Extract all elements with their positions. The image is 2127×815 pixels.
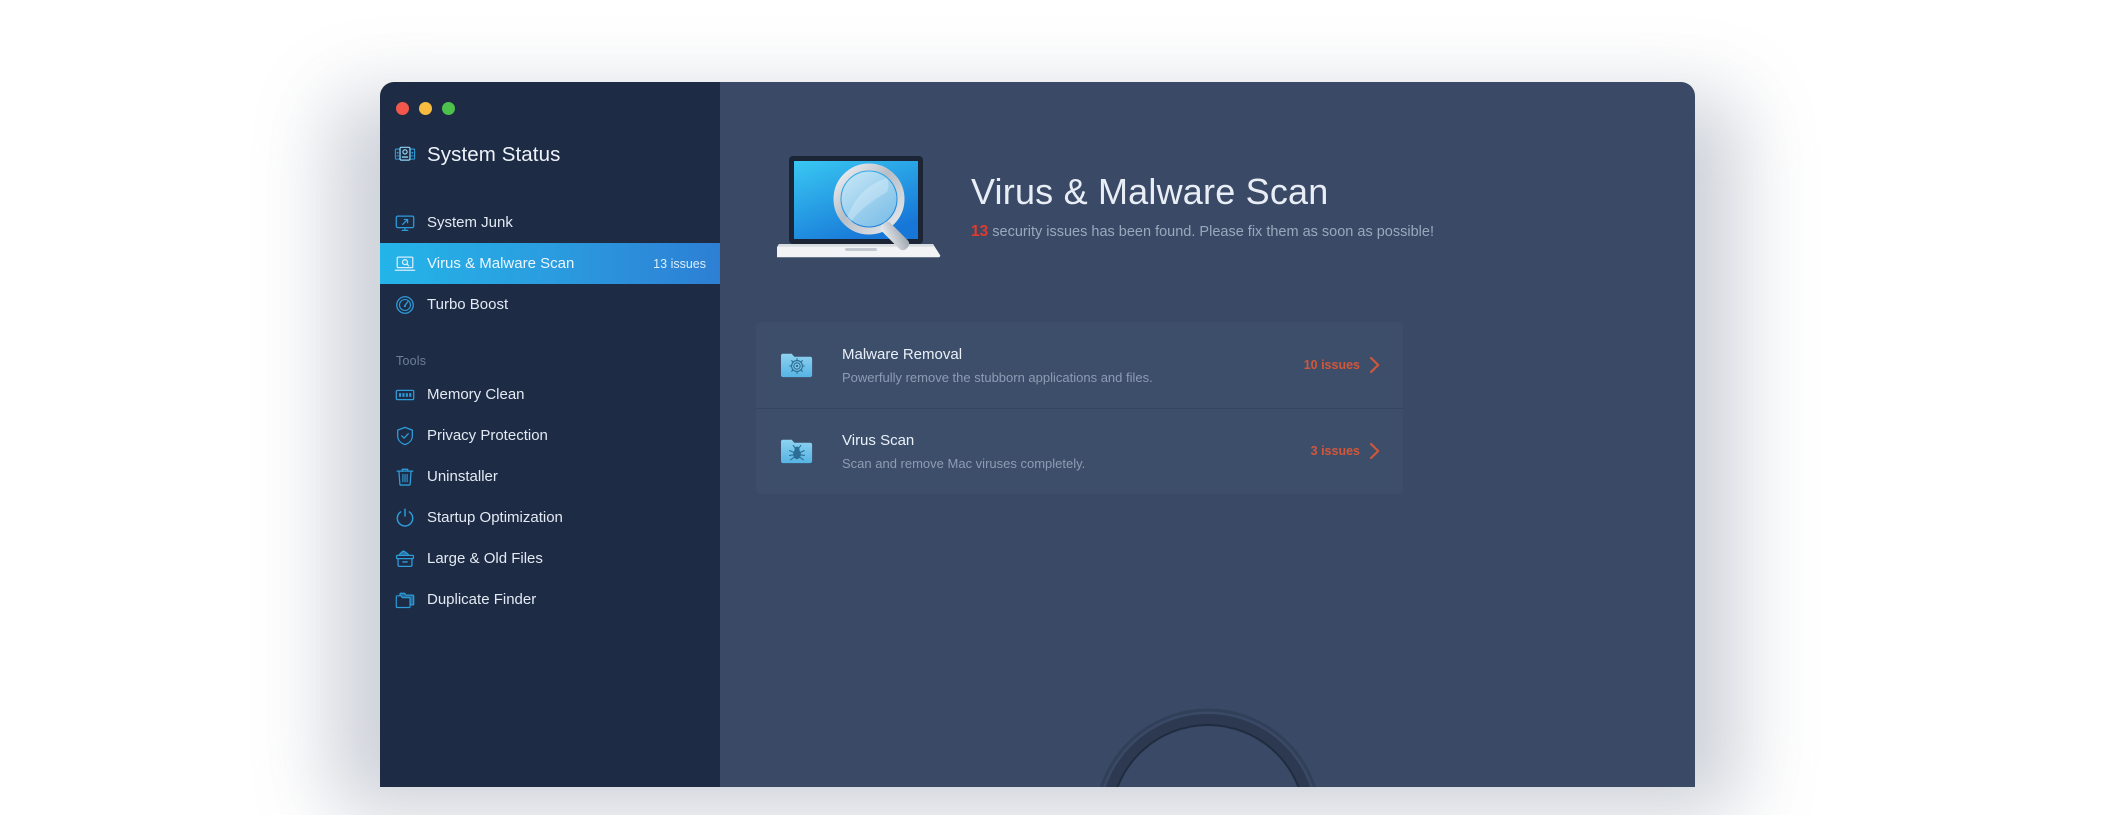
sidebar-item-badge: 13 issues	[653, 257, 706, 271]
virus-folder-icon	[780, 437, 814, 465]
list-item-title: Malware Removal	[842, 345, 963, 363]
virus-scan-icon	[394, 253, 416, 275]
list-item-text: Malware Removal Powerfully remove the st…	[842, 346, 1153, 385]
window-controls	[396, 102, 455, 115]
list-item-title: Virus Scan	[842, 431, 915, 449]
tools-section-header: Tools	[396, 354, 427, 368]
hero-subtitle: 13 security issues has been found. Pleas…	[971, 223, 1434, 241]
scan-items-card: Malware Removal Powerfully remove the st…	[756, 322, 1403, 494]
screenshot-root: System Status System Junk Virus & Malwar…	[0, 0, 2127, 815]
status-badge: 3 issues	[1310, 444, 1360, 458]
hero-subtitle-text: security issues has been found. Please f…	[988, 224, 1434, 240]
app-brand: System Status	[394, 138, 560, 172]
minimize-button[interactable]	[419, 102, 432, 115]
sidebar-nav: System Junk Virus & Malware Scan 13 issu…	[380, 202, 720, 620]
main-content: Virus & Malware Scan 13 security issues …	[720, 82, 1695, 787]
malware-folder-icon	[780, 351, 814, 379]
list-item-action[interactable]: 3 issues	[1311, 442, 1381, 460]
sidebar-item-startup-optimization[interactable]: Startup Optimization	[380, 497, 720, 538]
system-status-icon	[394, 144, 416, 166]
laptop-magnifier-illustration	[771, 152, 945, 264]
maximize-button[interactable]	[442, 102, 455, 115]
sidebar-item-duplicate-finder[interactable]: Duplicate Finder	[380, 579, 720, 620]
close-button[interactable]	[396, 102, 409, 115]
app-title: System Status	[427, 143, 561, 166]
sidebar-item-privacy-protection[interactable]: Privacy Protection	[380, 415, 720, 456]
page-title: Virus & Malware Scan	[971, 171, 1329, 212]
list-item[interactable]: Virus Scan Scan and remove Mac viruses c…	[756, 408, 1403, 494]
issue-count: 13	[971, 223, 989, 240]
app-window: System Status System Junk Virus & Malwar…	[380, 82, 1695, 787]
power-icon	[394, 507, 416, 529]
list-item[interactable]: Malware Removal Powerfully remove the st…	[756, 322, 1403, 408]
archive-box-icon	[394, 548, 416, 570]
sidebar-item-uninstaller[interactable]: Uninstaller	[380, 456, 720, 497]
hero-text: Virus & Malware Scan 13 security issues …	[971, 152, 1434, 241]
sidebar-item-label: Duplicate Finder	[427, 591, 537, 608]
sidebar-item-label: Uninstaller	[427, 468, 498, 485]
shield-check-icon	[394, 425, 416, 447]
sidebar-item-label: Startup Optimization	[427, 509, 563, 526]
memory-clean-icon	[394, 384, 416, 406]
sidebar: System Status System Junk Virus & Malwar…	[380, 82, 720, 787]
sidebar-item-turbo-boost[interactable]: Turbo Boost	[380, 284, 720, 325]
sidebar-item-label: Privacy Protection	[427, 427, 548, 444]
sidebar-item-label: Turbo Boost	[427, 296, 509, 313]
list-item-text: Virus Scan Scan and remove Mac viruses c…	[842, 432, 1085, 471]
list-item-description: Powerfully remove the stubborn applicati…	[842, 369, 1153, 385]
scan-progress-ring	[1091, 705, 1325, 787]
hero-section: Virus & Malware Scan 13 security issues …	[771, 152, 1434, 264]
sidebar-item-label: Large & Old Files	[427, 550, 543, 567]
status-badge: 10 issues	[1303, 358, 1360, 372]
badge-unit: issues	[670, 256, 706, 271]
sidebar-item-large-old-files[interactable]: Large & Old Files	[380, 538, 720, 579]
sidebar-item-memory-clean[interactable]: Memory Clean	[380, 374, 720, 415]
system-junk-icon	[394, 212, 416, 234]
sidebar-item-label: Virus & Malware Scan	[427, 255, 575, 272]
sidebar-item-system-junk[interactable]: System Junk	[380, 202, 720, 243]
trash-icon	[394, 466, 416, 488]
turbo-boost-icon	[394, 294, 416, 316]
chevron-right-icon[interactable]	[1369, 442, 1381, 460]
list-item-description: Scan and remove Mac viruses completely.	[842, 455, 1086, 471]
sidebar-item-label: Memory Clean	[427, 386, 525, 403]
sidebar-item-virus-malware-scan[interactable]: Virus & Malware Scan 13 issues	[380, 243, 720, 284]
list-item-action[interactable]: 10 issues	[1304, 356, 1381, 374]
sidebar-item-label: System Junk	[427, 214, 513, 231]
chevron-right-icon[interactable]	[1369, 356, 1381, 374]
badge-count: 13	[653, 256, 668, 271]
folders-icon	[394, 589, 416, 611]
